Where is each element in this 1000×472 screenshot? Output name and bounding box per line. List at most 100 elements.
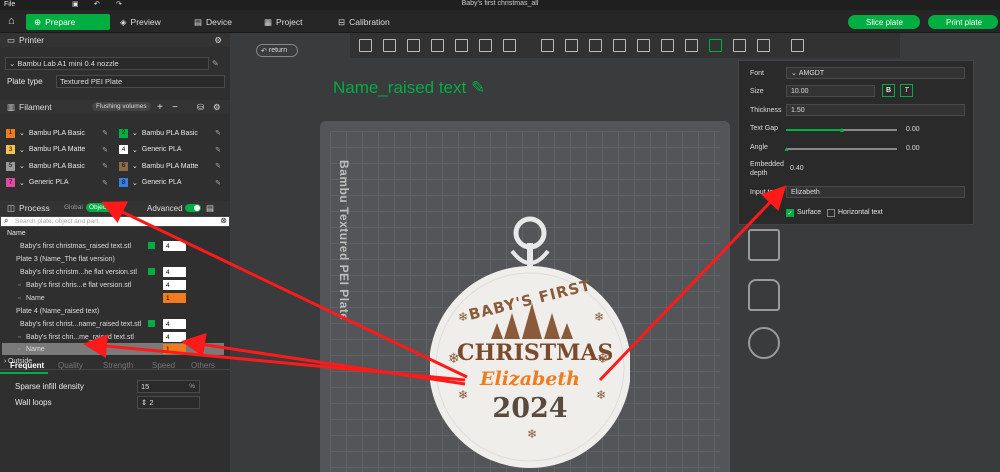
add-icon[interactable]: +: [157, 102, 163, 113]
object-list-item[interactable]: Plate 3 (Name_The flat version): [2, 253, 224, 265]
file-menu[interactable]: File: [4, 1, 15, 8]
object-list-item[interactable]: ▫ Baby's first chri...me_raised text.stl 4: [2, 331, 224, 343]
edit-icon[interactable]: ✎: [215, 146, 221, 154]
sync-icon[interactable]: ⛁: [197, 102, 204, 113]
tab-prepare[interactable]: ⊕ Prepare: [26, 14, 110, 30]
list-icon[interactable]: [503, 39, 516, 52]
visibility-checkbox[interactable]: [148, 268, 155, 275]
return-button[interactable]: ↶ return: [256, 44, 298, 57]
layout-icon[interactable]: [748, 229, 780, 261]
filament-slot[interactable]: 4 ⌄ Generic PLA ✎: [119, 144, 225, 156]
font-select[interactable]: ⌄ AMGDT: [786, 67, 965, 79]
settings-tab[interactable]: Frequent: [10, 361, 44, 370]
edit-icon[interactable]: ✎: [215, 179, 221, 187]
sparse-infill-input[interactable]: 15%: [137, 380, 200, 393]
assembly-icon[interactable]: [757, 39, 770, 52]
object-list-item[interactable]: Baby's first christm...he flat version.s…: [2, 266, 224, 278]
seam-icon[interactable]: [661, 39, 674, 52]
filament-slot[interactable]: 3 ⌄ Bambu PLA Matte ✎: [6, 144, 112, 156]
filament-color-chip[interactable]: 4: [119, 145, 128, 154]
filament-slot[interactable]: 5 ⌄ Bambu PLA Basic ✎: [6, 160, 112, 172]
bold-button[interactable]: B: [882, 84, 895, 97]
rotate-icon[interactable]: [565, 39, 578, 52]
visibility-checkbox[interactable]: [148, 242, 155, 249]
tab-project[interactable]: ▦ Project: [256, 14, 311, 30]
redo-icon[interactable]: ↷: [116, 0, 122, 8]
filament-color-chip[interactable]: 6: [119, 161, 128, 171]
undo-icon[interactable]: ↶: [94, 0, 100, 8]
filament-slot[interactable]: 8 ⌄ Generic PLA ✎: [119, 177, 225, 189]
home-icon[interactable]: ⌂: [8, 15, 15, 27]
size-input[interactable]: 10.00: [786, 85, 875, 97]
slider-thumb-icon[interactable]: ▲: [783, 146, 790, 153]
scale-icon[interactable]: [589, 39, 602, 52]
object-list-item[interactable]: ▫ Name 1: [2, 292, 224, 304]
object-list-item[interactable]: ▫ Baby's first chris...e flat version.stl…: [2, 279, 224, 291]
filament-number-box[interactable]: 4: [163, 319, 186, 329]
settings-tab[interactable]: Others: [191, 361, 215, 370]
objects-toggle[interactable]: Objects: [86, 203, 115, 212]
horizontal-text-checkbox[interactable]: [827, 209, 835, 217]
move-icon[interactable]: [541, 39, 554, 52]
compare-icon[interactable]: ▤: [206, 203, 214, 214]
global-toggle[interactable]: Global: [64, 204, 83, 211]
plate-type-select[interactable]: Textured PEI Plate: [56, 75, 225, 88]
settings-tab[interactable]: Speed: [152, 361, 175, 370]
search-bar[interactable]: ⌕ Search plate, object and part. ⊗: [0, 216, 230, 227]
filament-slot[interactable]: 1 ⌄ Bambu PLA Basic ✎: [6, 127, 112, 139]
object-list-item[interactable]: Baby's first christ...name_raised text.s…: [2, 318, 224, 330]
edit-icon[interactable]: ✎: [102, 162, 108, 170]
wall-loops-input[interactable]: ⇕ 2: [137, 396, 200, 409]
settings-tab[interactable]: Quality: [58, 361, 83, 370]
grid-icon[interactable]: [383, 39, 396, 52]
arrange-icon[interactable]: [407, 39, 420, 52]
filament-color-chip[interactable]: 1: [6, 128, 15, 138]
filament-slot[interactable]: 7 ⌄ Generic PLA ✎: [6, 177, 112, 189]
edit-icon[interactable]: ✎: [102, 146, 108, 154]
filament-number-box[interactable]: 1: [163, 293, 186, 303]
text-icon[interactable]: [709, 39, 722, 52]
filament-color-chip[interactable]: 2: [119, 128, 128, 138]
edit-icon[interactable]: ✎: [102, 179, 108, 187]
edit-icon[interactable]: ✎: [102, 129, 108, 137]
edit-icon[interactable]: ✎: [212, 59, 219, 68]
settings-hex-icon[interactable]: [748, 327, 780, 359]
object-list-item[interactable]: Baby's first christmas_raised text.stl 4: [2, 240, 224, 252]
settings-tab[interactable]: Strength: [103, 361, 133, 370]
input-text-field[interactable]: Elizabeth: [786, 186, 965, 198]
advanced-switch[interactable]: [185, 204, 201, 212]
tab-calibration[interactable]: ⊟ Calibration: [330, 14, 398, 30]
support-icon[interactable]: [637, 39, 650, 52]
cut-icon[interactable]: [613, 39, 626, 52]
gear-icon[interactable]: ⚙: [213, 102, 221, 113]
edit-icon[interactable]: ✎: [471, 78, 485, 97]
text-gap-value-box[interactable]: 0.00: [902, 123, 923, 135]
save-icon[interactable]: ▣: [72, 0, 79, 8]
filament-number-box[interactable]: 4: [163, 241, 186, 251]
embedded-depth-input[interactable]: 0.40: [786, 162, 965, 174]
paint-icon[interactable]: [685, 39, 698, 52]
filament-number-box[interactable]: 1: [163, 344, 186, 354]
filament-color-chip[interactable]: 7: [6, 178, 15, 187]
edit-icon[interactable]: ✎: [215, 162, 221, 170]
filament-slot[interactable]: 6 ⌄ Bambu PLA Matte ✎: [119, 160, 225, 172]
thickness-input[interactable]: 1.50: [786, 104, 965, 116]
stepper-icon[interactable]: ⇕: [141, 398, 149, 407]
edit-icon[interactable]: ✎: [215, 129, 221, 137]
filament-number-box[interactable]: 4: [163, 332, 186, 342]
view-icon[interactable]: [791, 39, 804, 52]
filament-color-chip[interactable]: 5: [6, 161, 15, 171]
visibility-checkbox[interactable]: [148, 320, 155, 327]
gear-icon[interactable]: ⚙: [214, 35, 222, 46]
plate-icon[interactable]: [479, 39, 492, 52]
tab-device[interactable]: ▤ Device: [186, 14, 240, 30]
filament-color-chip[interactable]: 8: [119, 178, 128, 187]
filament-number-box[interactable]: 4: [163, 280, 186, 290]
measure-icon[interactable]: [733, 39, 746, 52]
orient-icon[interactable]: [431, 39, 444, 52]
lock-icon[interactable]: [748, 279, 780, 311]
object-list-item[interactable]: ▫ Name 1: [2, 343, 224, 355]
print-plate-button[interactable]: Print plate: [928, 15, 998, 29]
remove-icon[interactable]: −: [172, 102, 178, 113]
flushing-volumes-button[interactable]: Flushing volumes: [92, 102, 151, 111]
